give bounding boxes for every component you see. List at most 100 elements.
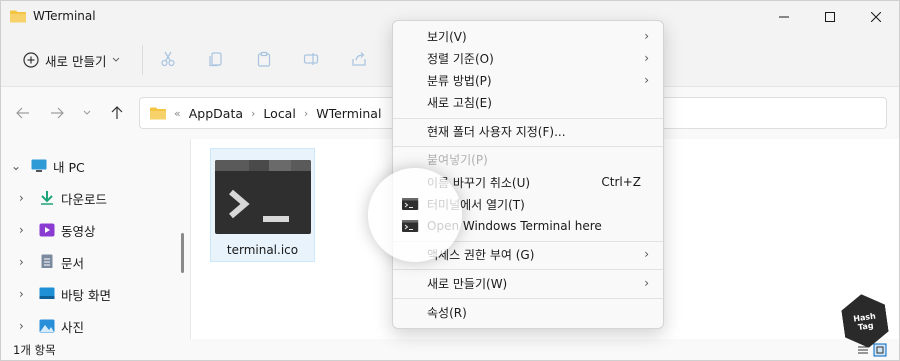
file-item[interactable]: terminal.ico xyxy=(210,148,315,262)
sidebar-item-label: 사진 xyxy=(61,319,85,335)
menu-item-sort-by[interactable]: 정렬 기준(O) › xyxy=(399,47,657,69)
expand-chevron-icon[interactable]: › xyxy=(19,255,29,269)
menu-separator xyxy=(393,298,663,299)
submenu-arrow-icon: › xyxy=(644,247,649,261)
folder-icon xyxy=(150,107,166,119)
menu-item-label: 정렬 기준(O) xyxy=(427,51,494,66)
rename-button[interactable] xyxy=(299,47,323,71)
minimize-icon xyxy=(779,16,789,18)
terminal-icon xyxy=(402,198,418,210)
arrow-left-icon xyxy=(16,107,29,119)
maximize-icon xyxy=(825,12,835,22)
menu-separator xyxy=(393,269,663,270)
sidebar-item-label: 다운로드 xyxy=(61,191,108,207)
status-bar: 1개 항목 xyxy=(1,339,899,360)
menu-item-view[interactable]: 보기(V) › xyxy=(399,25,657,47)
sidebar-item-desktop[interactable]: › 바탕 화면 xyxy=(1,279,177,309)
menu-separator xyxy=(393,118,663,119)
menu-item-label: 속성(R) xyxy=(427,305,467,320)
pc-icon xyxy=(31,159,47,172)
arrow-up-icon xyxy=(111,106,123,119)
sidebar-item-this-pc[interactable]: ⌄ 내 PC xyxy=(1,151,177,181)
expand-chevron-icon[interactable]: › xyxy=(19,319,29,333)
highlight-lens xyxy=(368,168,462,262)
back-button[interactable] xyxy=(11,101,35,125)
arrow-right-icon xyxy=(51,107,64,119)
share-icon xyxy=(352,52,366,66)
details-view-icon[interactable] xyxy=(858,346,868,354)
rename-icon xyxy=(303,53,319,65)
menu-item-refresh[interactable]: 새로 고침(E) xyxy=(399,91,657,113)
sidebar-item-label: 바탕 화면 xyxy=(61,287,111,303)
video-icon xyxy=(39,223,55,237)
recent-locations-button[interactable] xyxy=(75,101,99,125)
copy-icon xyxy=(209,52,222,67)
up-button[interactable] xyxy=(105,101,129,125)
sidebar-item-label: 문서 xyxy=(61,255,85,271)
chevron-down-icon xyxy=(83,110,91,115)
copy-button[interactable] xyxy=(204,47,228,71)
breadcrumb-separator-icon: › xyxy=(303,106,309,120)
menu-item-group-by[interactable]: 분류 방법(P) › xyxy=(399,69,657,91)
submenu-arrow-icon: › xyxy=(644,276,649,290)
chevron-down-icon xyxy=(113,57,120,62)
large-icons-view-icon[interactable] xyxy=(873,343,887,357)
close-icon xyxy=(871,12,881,22)
forward-button[interactable] xyxy=(45,101,69,125)
menu-item-properties[interactable]: 속성(R) xyxy=(399,301,657,323)
menu-item-label: 새로 만들기(W) xyxy=(427,276,508,291)
sidebar-item-videos[interactable]: › 동영상 xyxy=(1,215,177,245)
new-button[interactable]: 새로 만들기 xyxy=(15,45,128,75)
expand-chevron-icon[interactable]: › xyxy=(19,223,29,237)
breadcrumb-overflow[interactable]: « xyxy=(174,107,181,120)
expand-chevron-icon[interactable]: ⌄ xyxy=(11,159,21,173)
submenu-arrow-icon: › xyxy=(644,51,649,65)
maximize-button[interactable] xyxy=(807,1,853,33)
new-button-label: 새로 만들기 xyxy=(45,53,107,69)
expand-chevron-icon[interactable]: › xyxy=(19,287,29,301)
picture-icon xyxy=(39,319,55,333)
clipboard-icon xyxy=(257,51,271,67)
menu-item-label: 분류 방법(P) xyxy=(427,73,492,88)
menu-separator xyxy=(393,146,663,147)
breadcrumb-item[interactable]: AppData xyxy=(189,106,243,121)
view-switcher xyxy=(858,343,888,360)
document-icon xyxy=(41,254,53,268)
desktop-icon xyxy=(39,287,55,299)
menu-item-shortcut: Ctrl+Z xyxy=(601,175,641,189)
sidebar-scrollbar[interactable] xyxy=(181,233,184,273)
menu-item-label: 새로 고침(E) xyxy=(427,95,492,110)
close-button[interactable] xyxy=(853,1,899,33)
minimize-button[interactable] xyxy=(761,1,807,33)
sidebar-item-downloads[interactable]: › 다운로드 xyxy=(1,183,177,213)
scissors-icon xyxy=(161,51,175,67)
sidebar-item-pictures[interactable]: › 사진 xyxy=(1,311,177,341)
menu-item-paste: 붙여넣기(P) xyxy=(399,148,657,170)
sidebar-item-label: 내 PC xyxy=(53,159,85,175)
toolbar-divider xyxy=(142,45,143,75)
menu-item-label: 붙여넣기(P) xyxy=(427,152,488,167)
file-name: terminal.ico xyxy=(226,243,299,257)
breadcrumb-separator-icon: › xyxy=(251,106,256,120)
submenu-arrow-icon: › xyxy=(644,73,649,87)
terminal-icon xyxy=(215,160,311,234)
paste-button[interactable] xyxy=(252,47,276,71)
terminal-icon xyxy=(402,220,418,232)
item-count: 1개 항목 xyxy=(13,343,56,357)
folder-icon xyxy=(10,10,26,23)
window-title: WTerminal xyxy=(33,9,96,23)
sidebar-item-documents[interactable]: › 문서 xyxy=(1,247,177,277)
expand-chevron-icon[interactable]: › xyxy=(19,191,29,205)
share-button[interactable] xyxy=(347,47,371,71)
breadcrumb-item[interactable]: WTerminal xyxy=(316,106,381,121)
menu-item-customize-folder[interactable]: 현재 폴더 사용자 지정(F)... xyxy=(399,120,657,142)
sidebar-item-label: 동영상 xyxy=(61,223,96,239)
plus-circle-icon xyxy=(23,52,39,68)
menu-item-label: 보기(V) xyxy=(427,29,467,44)
submenu-arrow-icon: › xyxy=(644,29,649,43)
cut-button[interactable] xyxy=(156,47,180,71)
navigation-pane: ⌄ 내 PC › 다운로드 › 동영상 › 문서 › 바탕 화면 › 사진 xyxy=(1,139,177,339)
breadcrumb-item[interactable]: Local xyxy=(263,106,295,121)
download-icon xyxy=(41,191,53,205)
menu-item-new[interactable]: 새로 만들기(W) › xyxy=(399,272,657,294)
